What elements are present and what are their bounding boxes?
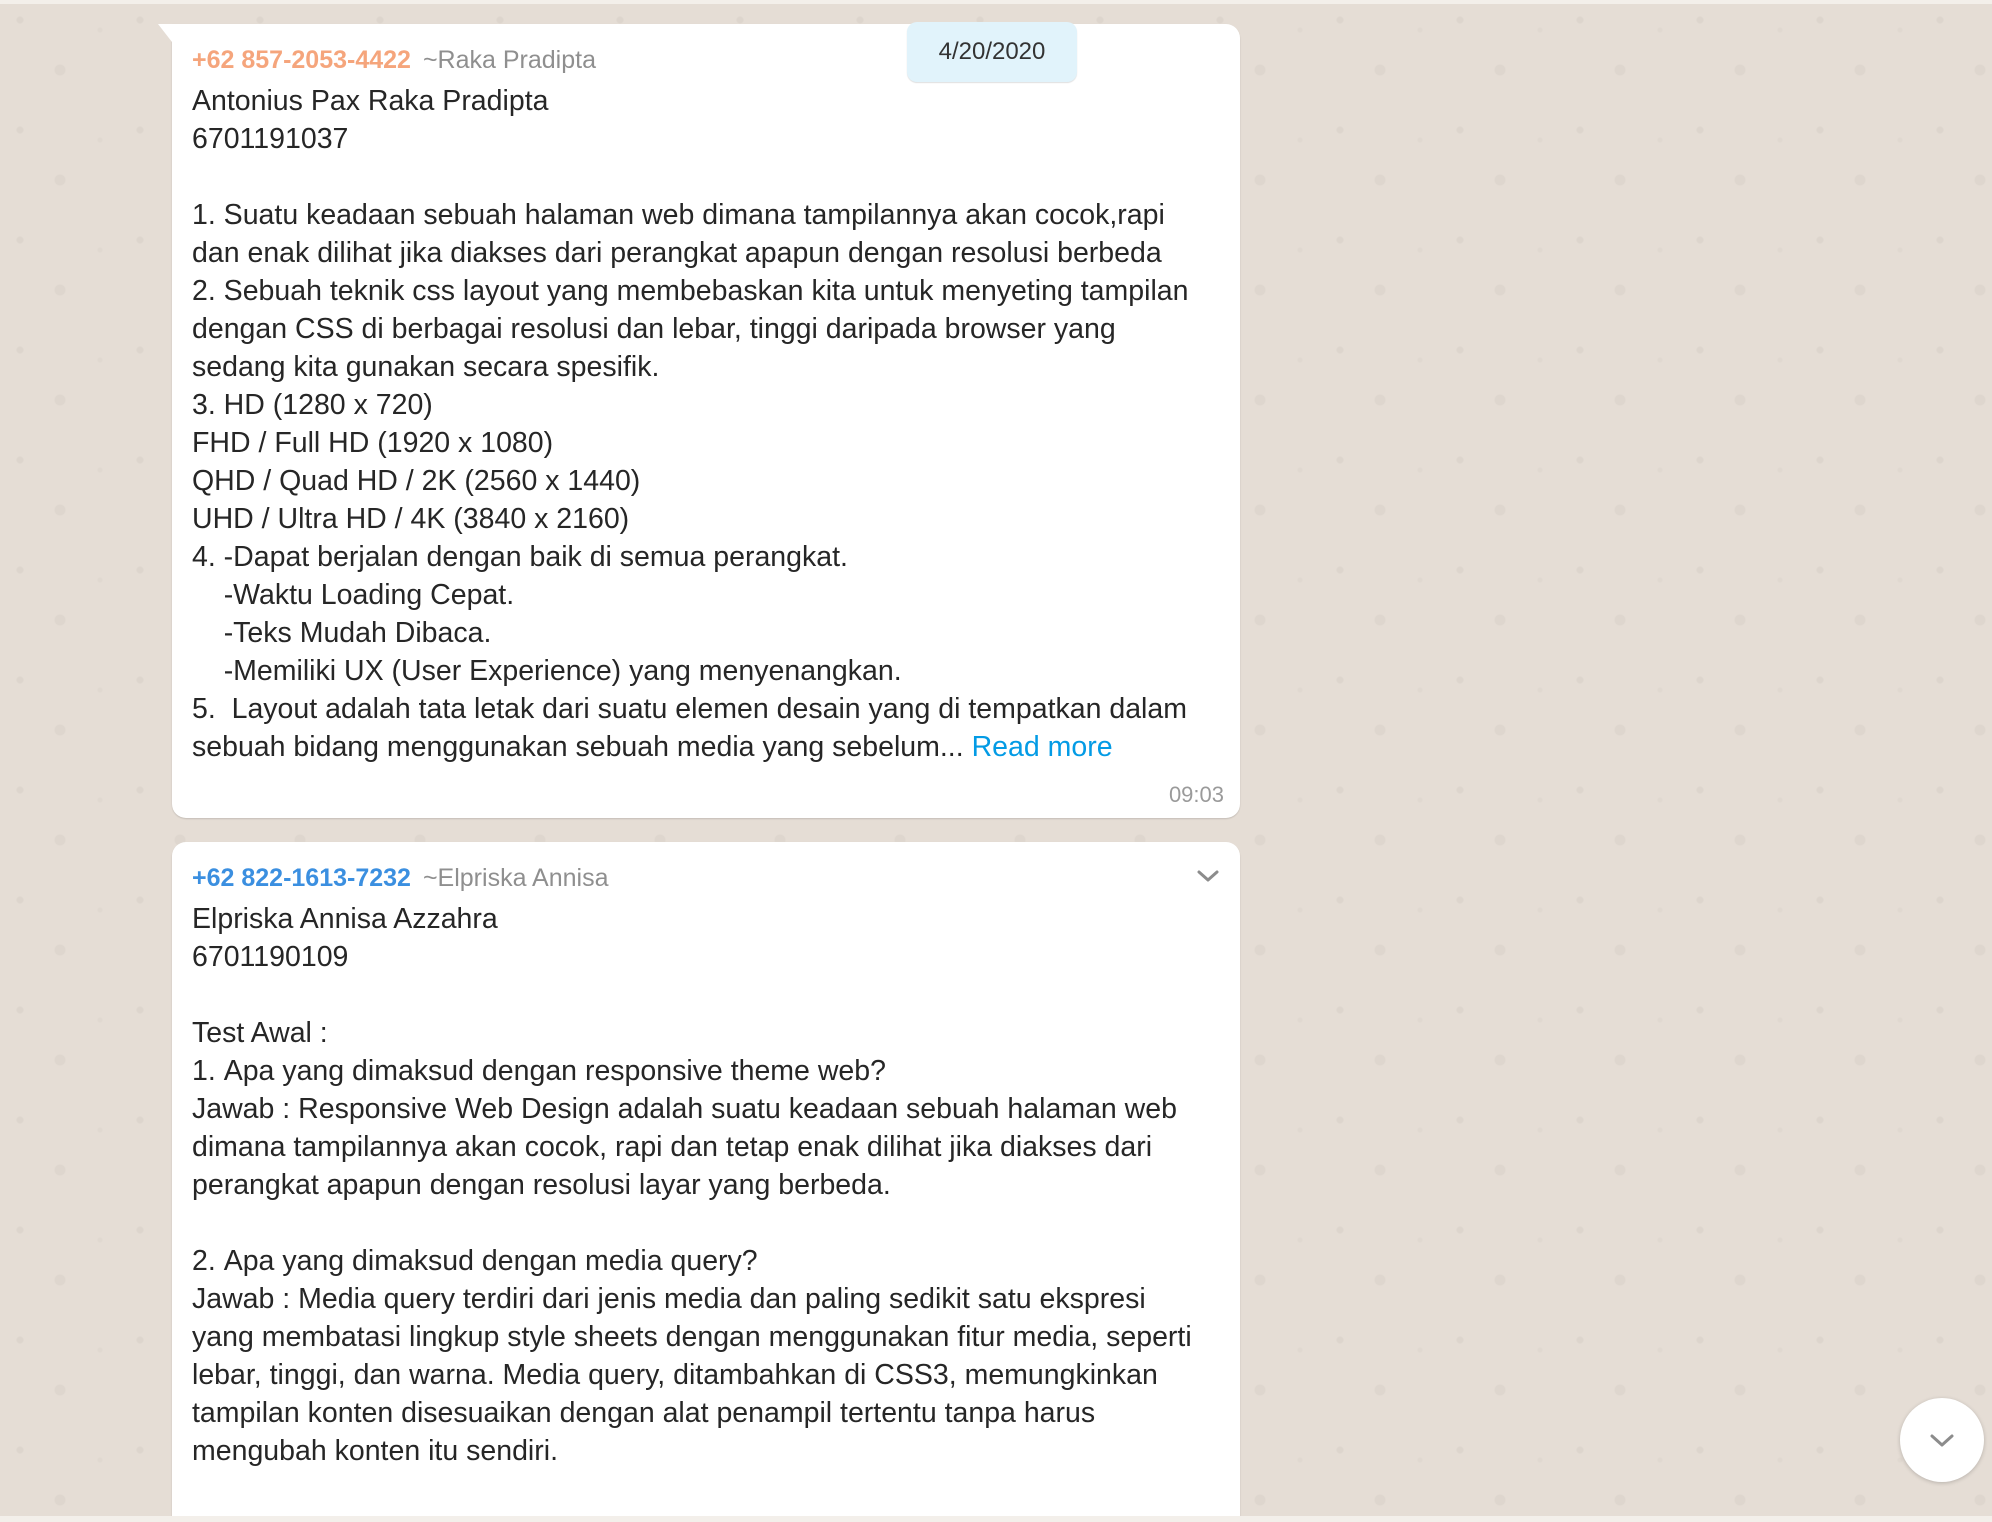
message-time: 09:03	[1168, 782, 1224, 807]
sender-line: +62 822-1613-7232 ~Elpriska Annisa	[192, 860, 1220, 896]
bottom-edge	[0, 1516, 1992, 1522]
chevron-down-icon[interactable]	[1194, 862, 1222, 890]
message-text: Antonius Pax Raka Pradipta 6701191037 1.…	[192, 82, 1220, 766]
message-body: Antonius Pax Raka Pradipta 6701191037 1.…	[192, 85, 1189, 763]
chevron-down-icon	[1930, 1434, 1954, 1447]
bubble-tail	[158, 24, 172, 42]
message-text: Elpriska Annisa Azzahra 6701190109 Test …	[192, 903, 1192, 1467]
sender-name: ~Elpriska Annisa	[422, 864, 609, 892]
sender-phone[interactable]: +62 822-1613-7232	[192, 864, 411, 892]
scroll-down-button[interactable]	[1900, 1398, 1984, 1482]
top-edge	[0, 0, 1992, 4]
message-bubble[interactable]: +62 822-1613-7232 ~Elpriska Annisa Elpris…	[172, 842, 1240, 1522]
sender-name: ~Raka Pradipta	[422, 46, 596, 74]
date-badge: 4/20/2020	[907, 22, 1077, 82]
message-bubble[interactable]: +62 857-2053-4422 ~Raka Pradipta Antonius…	[158, 24, 1240, 818]
sender-phone[interactable]: +62 857-2053-4422	[192, 46, 411, 74]
read-more-link[interactable]: Read more	[972, 731, 1113, 763]
